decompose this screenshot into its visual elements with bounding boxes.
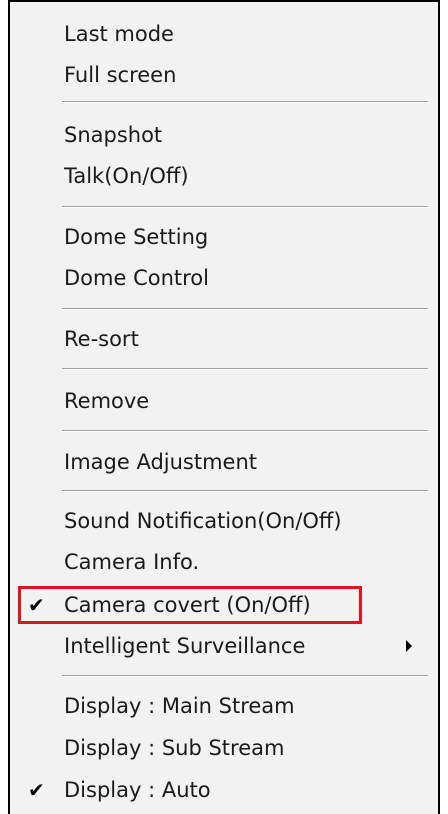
- menu-item-re-sort[interactable]: Re-sort: [10, 320, 438, 358]
- menu-item-label: Last mode: [64, 22, 174, 46]
- menu-item-label: Re-sort: [64, 327, 139, 351]
- menu-item-display-auto[interactable]: ✔ Display : Auto: [10, 771, 438, 809]
- menu-item-label: Display : Main Stream: [64, 694, 295, 718]
- menu-item-sound-notification[interactable]: Sound Notification(On/Off): [10, 502, 438, 540]
- menu-separator: [62, 206, 428, 208]
- menu-item-dome-setting[interactable]: Dome Setting: [10, 218, 438, 256]
- menu-item-label: Intelligent Surveillance: [64, 634, 306, 658]
- menu-separator: [62, 430, 428, 432]
- context-menu: Last mode Full screen Snapshot Talk(On/O…: [8, 0, 440, 814]
- menu-item-label: Talk(On/Off): [64, 164, 189, 188]
- menu-item-remove[interactable]: Remove: [10, 382, 438, 420]
- menu-item-label: Display : Sub Stream: [64, 736, 285, 760]
- menu-item-full-screen[interactable]: Full screen: [10, 56, 438, 94]
- menu-item-last-mode[interactable]: Last mode: [10, 15, 438, 53]
- menu-item-display-sub-stream[interactable]: Display : Sub Stream: [10, 729, 438, 767]
- menu-item-label: Dome Control: [64, 266, 209, 290]
- menu-item-talk[interactable]: Talk(On/Off): [10, 157, 438, 195]
- highlight-box: [18, 586, 362, 624]
- menu-separator: [62, 308, 428, 310]
- checkmark-icon: ✔: [28, 778, 45, 802]
- menu-item-label: Remove: [64, 389, 150, 413]
- menu-separator: [62, 368, 428, 370]
- menu-item-snapshot[interactable]: Snapshot: [10, 116, 438, 154]
- menu-separator: [62, 490, 428, 492]
- menu-item-label: Dome Setting: [64, 225, 209, 249]
- menu-item-label: Camera Info.: [64, 550, 200, 574]
- menu-item-intelligent-surveillance[interactable]: Intelligent Surveillance: [10, 627, 438, 665]
- menu-item-camera-info[interactable]: Camera Info.: [10, 543, 438, 581]
- menu-item-label: Image Adjustment: [64, 450, 258, 474]
- menu-item-label: Display : Auto: [64, 778, 211, 802]
- menu-item-label: Sound Notification(On/Off): [64, 509, 342, 533]
- menu-item-label: Full screen: [64, 63, 177, 87]
- menu-item-display-main-stream[interactable]: Display : Main Stream: [10, 687, 438, 725]
- menu-separator: [62, 101, 428, 103]
- menu-separator: [62, 675, 428, 677]
- menu-item-dome-control[interactable]: Dome Control: [10, 259, 438, 297]
- submenu-arrow-icon: [406, 640, 412, 652]
- menu-item-label: Snapshot: [64, 123, 163, 147]
- menu-item-image-adjustment[interactable]: Image Adjustment: [10, 443, 438, 481]
